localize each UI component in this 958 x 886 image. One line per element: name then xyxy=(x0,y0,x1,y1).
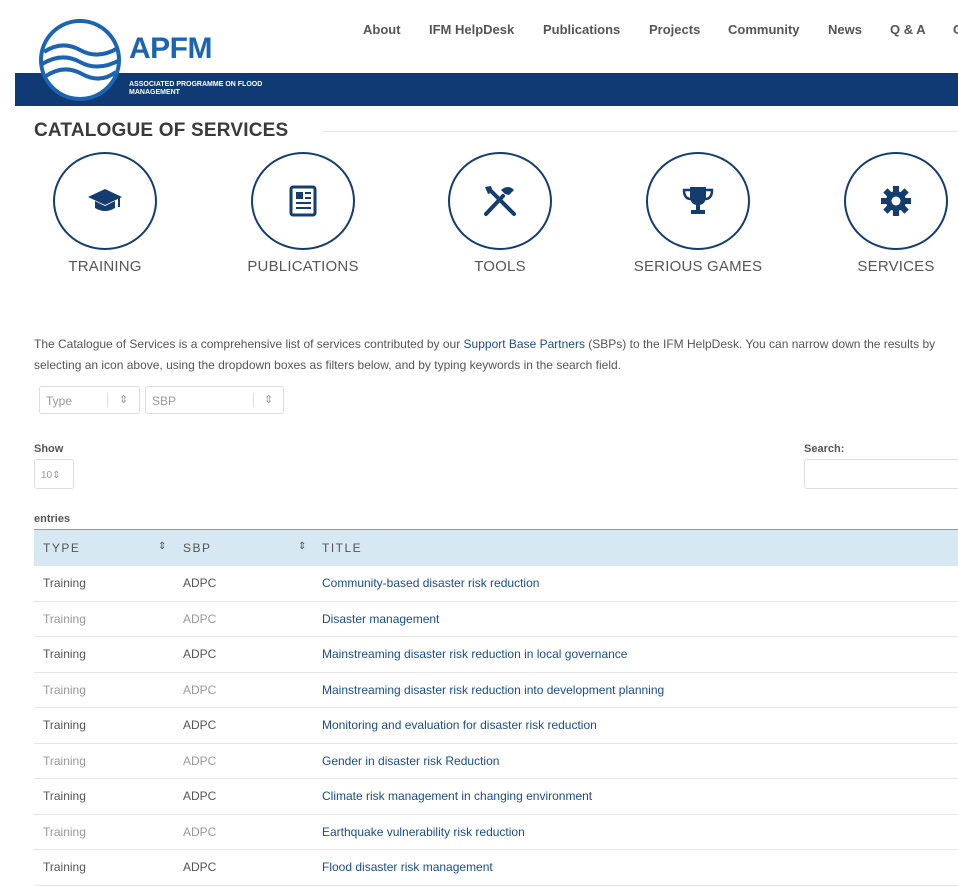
category-label: TOOLS xyxy=(474,258,526,275)
column-header-sbp[interactable]: SBP ⇕ xyxy=(174,529,313,566)
graduation-cap-icon xyxy=(88,189,122,211)
category-circle[interactable] xyxy=(53,152,157,250)
main-nav: About IFM HelpDesk Publications Projects… xyxy=(340,22,958,42)
table-row[interactable]: Training ADPC Gender in disaster risk Redu… xyxy=(34,743,958,779)
page-title: CATALOGUE OF SERVICES xyxy=(34,120,289,141)
cell-type: Training xyxy=(43,753,86,768)
select-separator xyxy=(107,393,108,407)
nav-q-and-a[interactable]: Q & A xyxy=(890,22,926,37)
entries-length-select[interactable]: 10⇕ xyxy=(34,459,74,489)
category-circle[interactable] xyxy=(844,152,948,250)
entries-label: entries xyxy=(34,513,71,525)
table-row[interactable]: Training ADPC Monitoring and evaluation fo… xyxy=(34,708,958,744)
cell-type: Training xyxy=(43,682,86,697)
select-arrows-icon: ⇕ xyxy=(52,470,61,481)
cell-type: Training xyxy=(43,718,86,733)
brand-subtitle: ASSOCIATED PROGRAMME ON FLOOD MANAGEMENT xyxy=(129,81,263,96)
column-header-type[interactable]: TYPE ⇕ xyxy=(34,529,174,566)
cell-sbp: ADPC xyxy=(183,682,217,697)
cell-sbp: ADPC xyxy=(183,860,217,875)
table-row[interactable]: Training ADPC Mainstreaming disaster risk … xyxy=(34,672,958,708)
cell-sbp: ADPC xyxy=(183,753,217,768)
cell-title-link[interactable]: Climate risk management in changing envi… xyxy=(313,779,958,815)
category-circle[interactable] xyxy=(646,152,750,250)
select-arrows-icon: ⇕ xyxy=(264,394,274,406)
tools-icon xyxy=(484,186,516,216)
catalogue-description: The Catalogue of Services is a comprehen… xyxy=(34,334,958,376)
cell-type: Training xyxy=(43,611,86,626)
cell-title-link[interactable]: Community-based disaster risk reduction xyxy=(313,566,958,602)
gear-icon xyxy=(881,186,911,216)
select-arrows-icon: ⇕ xyxy=(119,394,129,406)
nav-ifm-helpdesk[interactable]: IFM HelpDesk xyxy=(429,22,514,37)
type-filter-select[interactable]: Type ⇕ xyxy=(39,386,140,414)
category-label: SERIOUS GAMES xyxy=(633,258,763,275)
category-circle[interactable] xyxy=(251,152,355,250)
column-header-label: SBP xyxy=(183,540,212,555)
cell-title-link[interactable]: Disaster management xyxy=(313,601,958,637)
search-input[interactable] xyxy=(804,459,958,489)
category-publications[interactable]: PUBLICATIONS xyxy=(213,152,393,282)
brand-name: APFM xyxy=(129,32,213,65)
sort-icon: ⇕ xyxy=(158,541,168,552)
column-header-label: TITLE xyxy=(322,540,363,555)
column-header-title[interactable]: TITLE⇕ xyxy=(313,529,958,566)
cell-title-link[interactable]: Earthquake vulnerability risk reduction xyxy=(313,814,958,850)
cell-sbp: ADPC xyxy=(183,576,217,590)
category-serious-games[interactable]: SERIOUS GAMES xyxy=(608,152,788,282)
cell-title-link[interactable]: Flood disaster risk management xyxy=(313,850,958,886)
entries-length-value: 10 xyxy=(41,470,53,481)
nav-c[interactable]: C xyxy=(953,22,958,37)
category-tools[interactable]: TOOLS xyxy=(410,152,590,282)
cell-title-link[interactable]: Monitoring and evaluation for disaster r… xyxy=(313,708,958,744)
table-row[interactable]: Training ADPC Climate risk management in c… xyxy=(34,779,958,815)
table-row[interactable]: Training ADPC Flood disaster risk manageme… xyxy=(34,850,958,886)
services-table: TYPE ⇕ SBP ⇕ TITLE⇕ Training ADPC Community-… xyxy=(34,529,958,886)
search-label: Search: xyxy=(804,443,845,455)
nav-news[interactable]: News xyxy=(828,22,862,37)
table-row[interactable]: Training ADPC Disaster management xyxy=(34,601,958,637)
table-header-row: TYPE ⇕ SBP ⇕ TITLE⇕ xyxy=(34,529,958,566)
cell-title-link[interactable]: Mainstreaming disaster risk reduction in… xyxy=(313,672,958,708)
select-separator xyxy=(253,393,254,407)
trophy-icon xyxy=(682,187,714,214)
nav-about[interactable]: About xyxy=(363,22,401,37)
cell-sbp: ADPC xyxy=(183,647,217,662)
nav-community[interactable]: Community xyxy=(728,22,800,37)
description-text: The Catalogue of Services is a comprehen… xyxy=(34,337,464,351)
cell-type: Training xyxy=(43,647,86,662)
support-base-partners-link[interactable]: Support Base Partners xyxy=(464,337,585,351)
nav-publications[interactable]: Publications xyxy=(543,22,620,37)
cell-sbp: ADPC xyxy=(183,824,217,839)
category-label: TRAINING xyxy=(68,258,142,275)
logo-globe-icon xyxy=(39,19,121,101)
nav-projects[interactable]: Projects xyxy=(649,22,700,37)
cell-sbp: ADPC xyxy=(183,789,217,804)
newspaper-icon xyxy=(289,185,317,217)
cell-sbp: ADPC xyxy=(183,611,217,626)
sbp-filter-value: SBP xyxy=(152,394,177,408)
sort-icon: ⇕ xyxy=(298,541,308,552)
cell-title-link[interactable]: Gender in disaster risk Reduction xyxy=(313,743,958,779)
cell-type: Training xyxy=(43,789,86,804)
cell-title-link[interactable]: Mainstreaming disaster risk reduction in… xyxy=(313,637,958,673)
category-services[interactable]: SERVICES xyxy=(806,152,958,282)
category-training[interactable]: TRAINING xyxy=(15,152,195,282)
apfm-logo[interactable]: APFM ASSOCIATED PROGRAMME ON FLOOD MANAG… xyxy=(36,18,266,108)
show-label: Show xyxy=(34,443,64,455)
table-row[interactable]: Training ADPC Earthquake vulnerability ris… xyxy=(34,814,958,850)
cell-type: Training xyxy=(43,824,86,839)
category-circle[interactable] xyxy=(448,152,552,250)
category-label: PUBLICATIONS xyxy=(247,258,359,275)
cell-type: Training xyxy=(43,860,86,875)
table-row[interactable]: Training ADPC Community-based disaster ris… xyxy=(34,566,958,602)
cell-type: Training xyxy=(43,576,86,590)
column-header-label: TYPE xyxy=(43,540,81,555)
category-label: SERVICES xyxy=(857,258,935,275)
sbp-filter-select[interactable]: SBP ⇕ xyxy=(145,386,284,414)
cell-sbp: ADPC xyxy=(183,718,217,733)
type-filter-value: Type xyxy=(46,394,73,408)
table-row[interactable]: Training ADPC Mainstreaming disaster risk … xyxy=(34,637,958,673)
title-divider xyxy=(322,131,958,132)
